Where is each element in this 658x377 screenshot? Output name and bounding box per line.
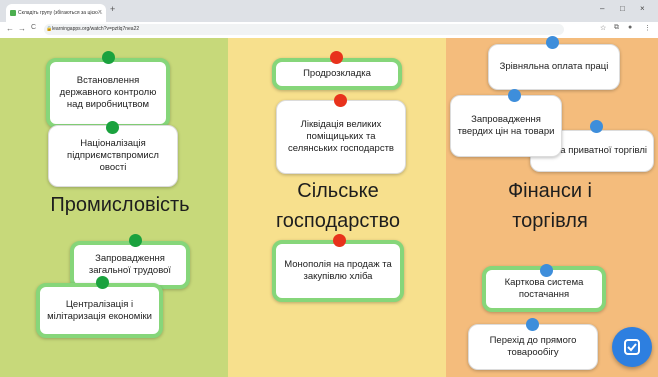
- pin-correct-icon: [129, 234, 142, 247]
- card-nationalization[interactable]: Націоналізація підприємствпромисл овості: [48, 125, 178, 187]
- browser-tab[interactable]: Складіть групу (збігаються за цією… ×: [6, 4, 106, 22]
- reload-button[interactable]: C: [31, 24, 36, 31]
- card-centralization[interactable]: Централізація і мілітаризація економіки: [36, 283, 163, 338]
- forward-button[interactable]: →: [18, 24, 26, 33]
- pin-wrong-icon: [333, 234, 346, 247]
- heading-agriculture-line2: господарство: [275, 210, 401, 232]
- new-tab-button[interactable]: +: [110, 4, 115, 14]
- card-liquidation[interactable]: Ліквідація великих поміщицьких та селянс…: [276, 100, 406, 174]
- bookmark-star-icon[interactable]: ☆: [600, 24, 606, 32]
- card-state-control[interactable]: Встановлення державного контролю над вир…: [46, 58, 170, 128]
- pin-correct-icon: [106, 121, 119, 134]
- pin-neutral-icon: [540, 264, 553, 277]
- tab-title: Складіть групу (збігаються за цією…: [18, 10, 103, 16]
- back-button[interactable]: ←: [6, 24, 14, 33]
- extension-icon[interactable]: ⧉: [614, 24, 619, 32]
- pin-wrong-icon: [334, 94, 347, 107]
- url-text: learningapps.org/watch?v=pztlq7nea22: [52, 26, 140, 32]
- profile-icon[interactable]: ●: [628, 24, 632, 31]
- heading-finance-line2: торгівля: [512, 210, 588, 232]
- pin-neutral-icon: [546, 36, 559, 49]
- minimize-button[interactable]: –: [600, 4, 604, 13]
- heading-agriculture-line1: Сільське: [297, 180, 379, 202]
- pin-neutral-icon: [590, 120, 603, 133]
- pin-correct-icon: [96, 276, 109, 289]
- card-fixed-prices[interactable]: Запровадження твердих цін на товари: [450, 95, 562, 157]
- pin-neutral-icon: [508, 89, 521, 102]
- check-answers-button[interactable]: [612, 327, 652, 367]
- address-bar[interactable]: 🔒 learningapps.org/watch?v=pztlq7nea22: [44, 24, 564, 35]
- favicon-icon: [10, 10, 16, 16]
- card-bread-monopoly[interactable]: Монополія на продаж та закупівлю хліба: [272, 240, 404, 302]
- game-board: Промисловість Сільське господарство Фіна…: [0, 36, 658, 377]
- tab-close-icon[interactable]: ×: [98, 4, 102, 22]
- heading-finance-line1: Фінанси і: [507, 180, 593, 202]
- pin-correct-icon: [102, 51, 115, 64]
- close-window-button[interactable]: ×: [640, 4, 645, 13]
- heading-industry: Промисловість: [50, 194, 190, 216]
- browser-toolbar: ← → C 🔒 learningapps.org/watch?v=pztlq7n…: [0, 22, 658, 39]
- pin-wrong-icon: [330, 51, 343, 64]
- maximize-button[interactable]: □: [620, 4, 625, 13]
- card-labor-duty[interactable]: Запровадження загальної трудової: [70, 241, 190, 289]
- card-equal-pay[interactable]: Зрівняльна оплата праці: [488, 44, 620, 90]
- browser-titlebar: Складіть групу (збігаються за цією… × + …: [0, 0, 658, 23]
- menu-icon[interactable]: ⋮: [644, 24, 651, 32]
- check-icon: [624, 339, 640, 355]
- lock-icon: 🔒: [46, 26, 53, 32]
- pin-neutral-icon: [526, 318, 539, 331]
